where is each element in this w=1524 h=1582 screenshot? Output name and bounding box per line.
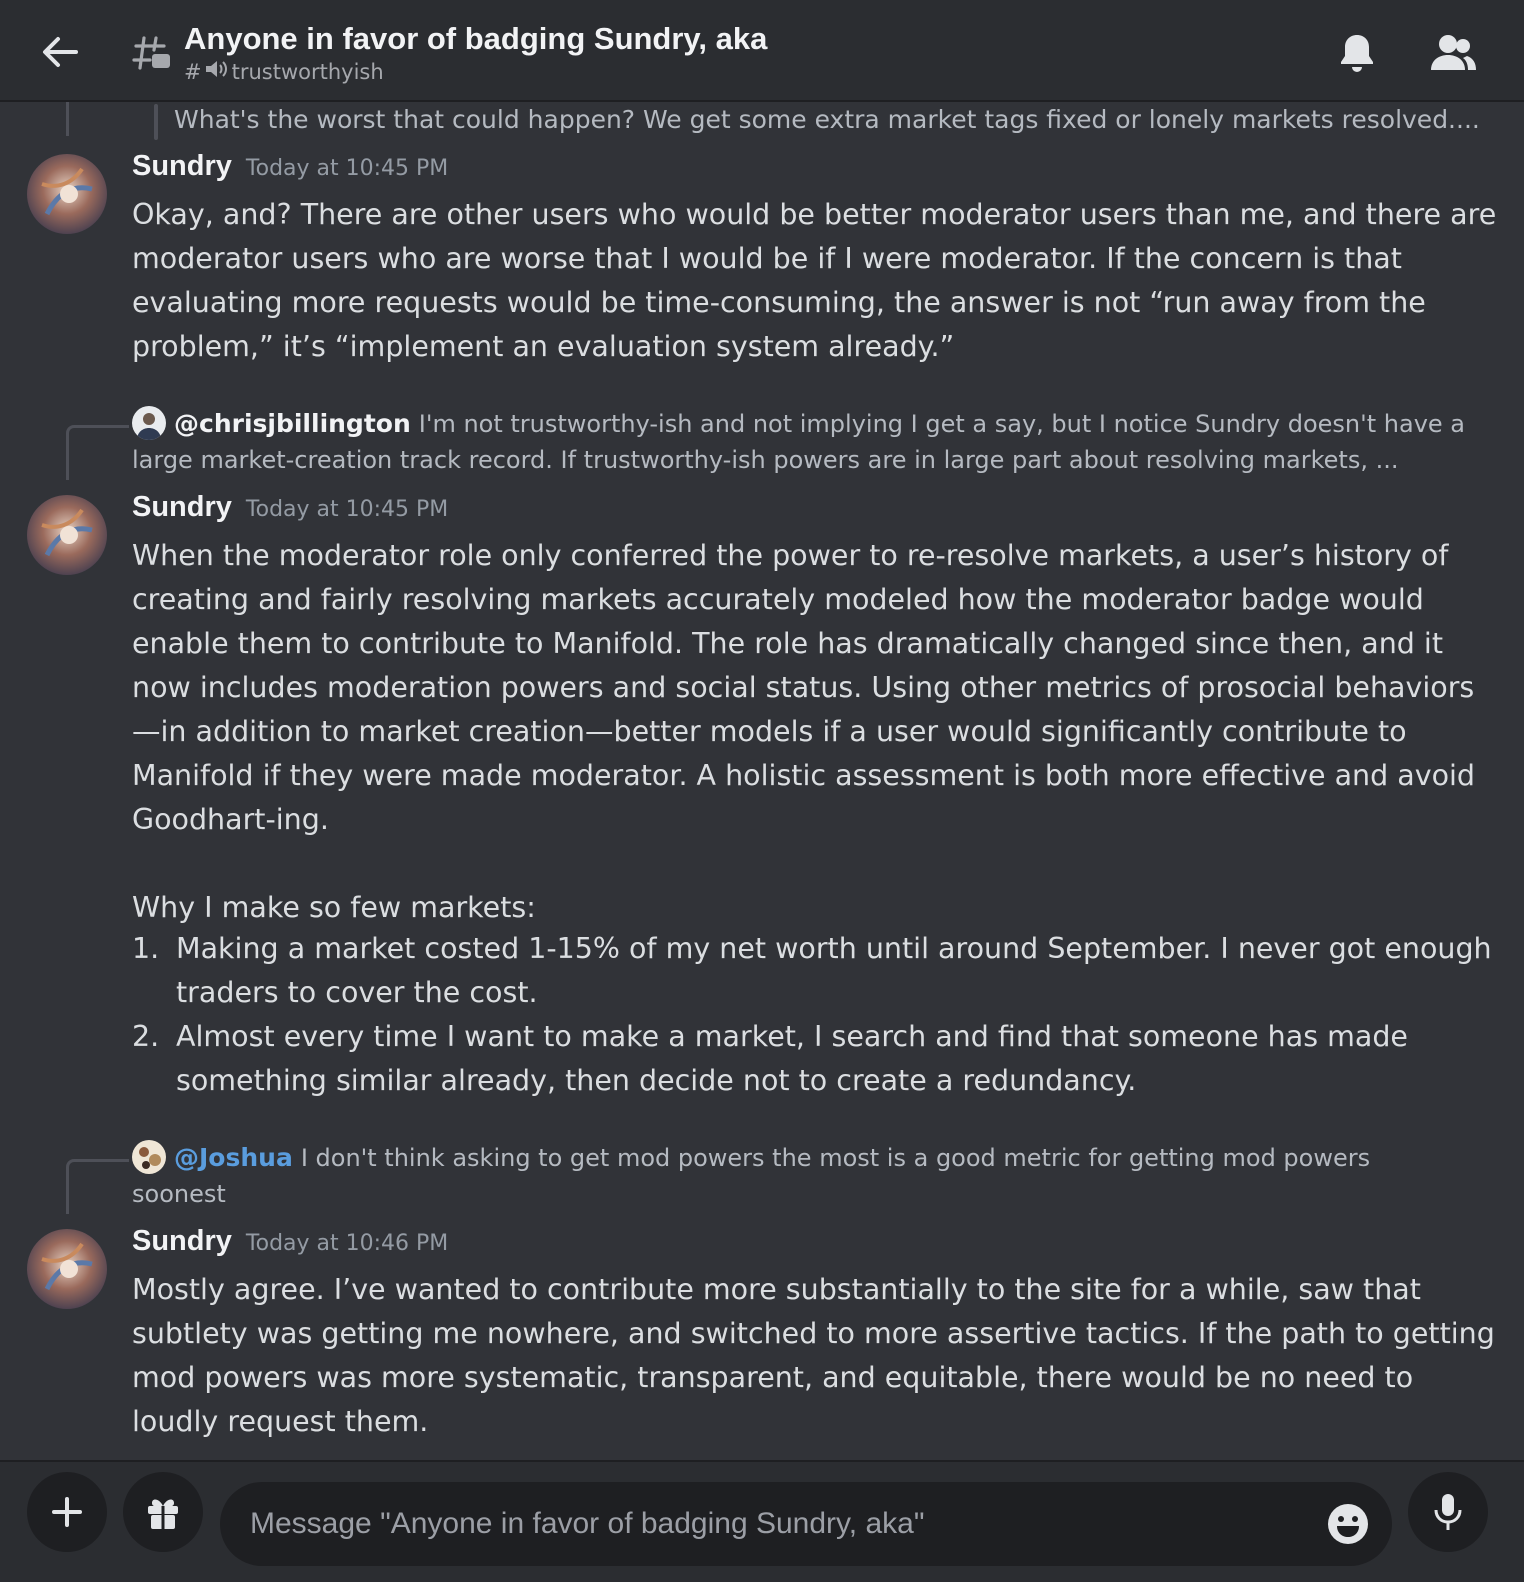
reply-line: I'm not trustworthy-ish and not implying…	[418, 410, 1466, 438]
reply-preview[interactable]: @chrisjbillington I'm not trustworthy-ish…	[132, 406, 1497, 478]
speaker-icon	[204, 58, 230, 85]
message-line: Manifold if they were made moderator. A …	[132, 759, 1476, 792]
bell-icon[interactable]	[1334, 30, 1380, 76]
message-timestamp: Today at 10:46 PM	[245, 1231, 449, 1256]
emoji-icon[interactable]	[1326, 1502, 1370, 1546]
message-line: moderator users who are worse that I wou…	[132, 242, 1402, 275]
avatar[interactable]	[27, 154, 107, 234]
message-author[interactable]: Sundry Today at 10:45 PM	[132, 491, 448, 524]
message-composer	[0, 1460, 1524, 1582]
message-line: now includes moderation powers and socia…	[132, 671, 1475, 704]
reply-line: soonest	[132, 1180, 226, 1208]
message-line: loudly request them.	[132, 1405, 429, 1438]
reply-connector	[66, 102, 129, 136]
message-body: When the moderator role only conferred t…	[132, 534, 1502, 930]
message-body: Mostly agree. I’ve wanted to contribute …	[132, 1268, 1502, 1444]
message-timestamp: Today at 10:45 PM	[245, 497, 449, 522]
quote-bar	[154, 104, 158, 140]
message-line: When the moderator role only conferred t…	[132, 539, 1449, 572]
microphone-icon[interactable]	[1408, 1472, 1488, 1552]
reply-connector	[66, 425, 129, 480]
message-input-field[interactable]	[248, 1506, 1272, 1542]
message-line: Okay, and? There are other users who wou…	[132, 198, 1497, 231]
members-icon[interactable]	[1428, 30, 1478, 76]
reply-line: I don't think asking to get mod powers t…	[300, 1144, 1371, 1172]
message-timestamp: Today at 10:45 PM	[245, 156, 449, 181]
message-line: problem,” it’s “implement an evaluation …	[132, 330, 955, 363]
reply-avatar	[132, 1140, 166, 1174]
gift-icon[interactable]	[123, 1472, 203, 1552]
message-line: Mostly agree. I’ve wanted to contribute …	[132, 1273, 1421, 1306]
channel-label: trustworthyish	[231, 59, 384, 84]
message-line: enable them to contribute to Manifold. T…	[132, 627, 1444, 660]
channel-hash: #	[184, 59, 202, 84]
reply-line: large market-creation track record. If t…	[132, 446, 1399, 474]
message-author[interactable]: Sundry Today at 10:46 PM	[132, 1225, 448, 1258]
reply-connector	[66, 1159, 129, 1214]
message-body: Okay, and? There are other users who wou…	[132, 193, 1502, 369]
thread-title: Anyone in favor of badging Sundry, aka	[184, 21, 768, 56]
plus-icon[interactable]	[27, 1472, 107, 1552]
thread-icon	[132, 34, 172, 74]
ordered-list: 1. Making a market costed 1-15% of my ne…	[132, 927, 1502, 1103]
message-line: Goodhart-ing.	[132, 803, 329, 836]
message-line: mod powers was more systematic, transpar…	[132, 1361, 1414, 1394]
channel-name[interactable]: # trustworthyish	[184, 58, 1304, 85]
message-author[interactable]: Sundry Today at 10:45 PM	[132, 150, 448, 183]
reply-mention[interactable]: @chrisjbillington	[174, 409, 411, 438]
thread-header: Anyone in favor of badging Sundry, aka #…	[0, 0, 1524, 102]
list-item: 1. Making a market costed 1-15% of my ne…	[132, 932, 1492, 1009]
message-line: creating and fairly resolving markets ac…	[132, 583, 1424, 616]
reply-mention[interactable]: @Joshua	[174, 1143, 293, 1172]
avatar[interactable]	[27, 1229, 107, 1309]
list-item: 2. Almost every time I want to make a ma…	[132, 1020, 1408, 1097]
previous-quote: What's the worst that could happen? We g…	[174, 105, 1480, 134]
message-list[interactable]: What's the worst that could happen? We g…	[0, 102, 1524, 1460]
list-intro: Why I make so few markets:	[132, 891, 536, 924]
avatar[interactable]	[27, 495, 107, 575]
title-block: Anyone in favor of badging Sundry, aka #…	[184, 20, 1304, 85]
message-line: —in addition to market creation—better m…	[132, 715, 1407, 748]
message-line: evaluating more requests would be time-c…	[132, 286, 1426, 319]
reply-preview[interactable]: @Joshua I don't think asking to get mod p…	[132, 1140, 1497, 1212]
reply-avatar	[132, 406, 166, 440]
message-line: subtlety was getting me nowhere, and swi…	[132, 1317, 1495, 1350]
arrow-left-icon[interactable]	[38, 30, 82, 74]
message-input[interactable]	[220, 1482, 1392, 1566]
